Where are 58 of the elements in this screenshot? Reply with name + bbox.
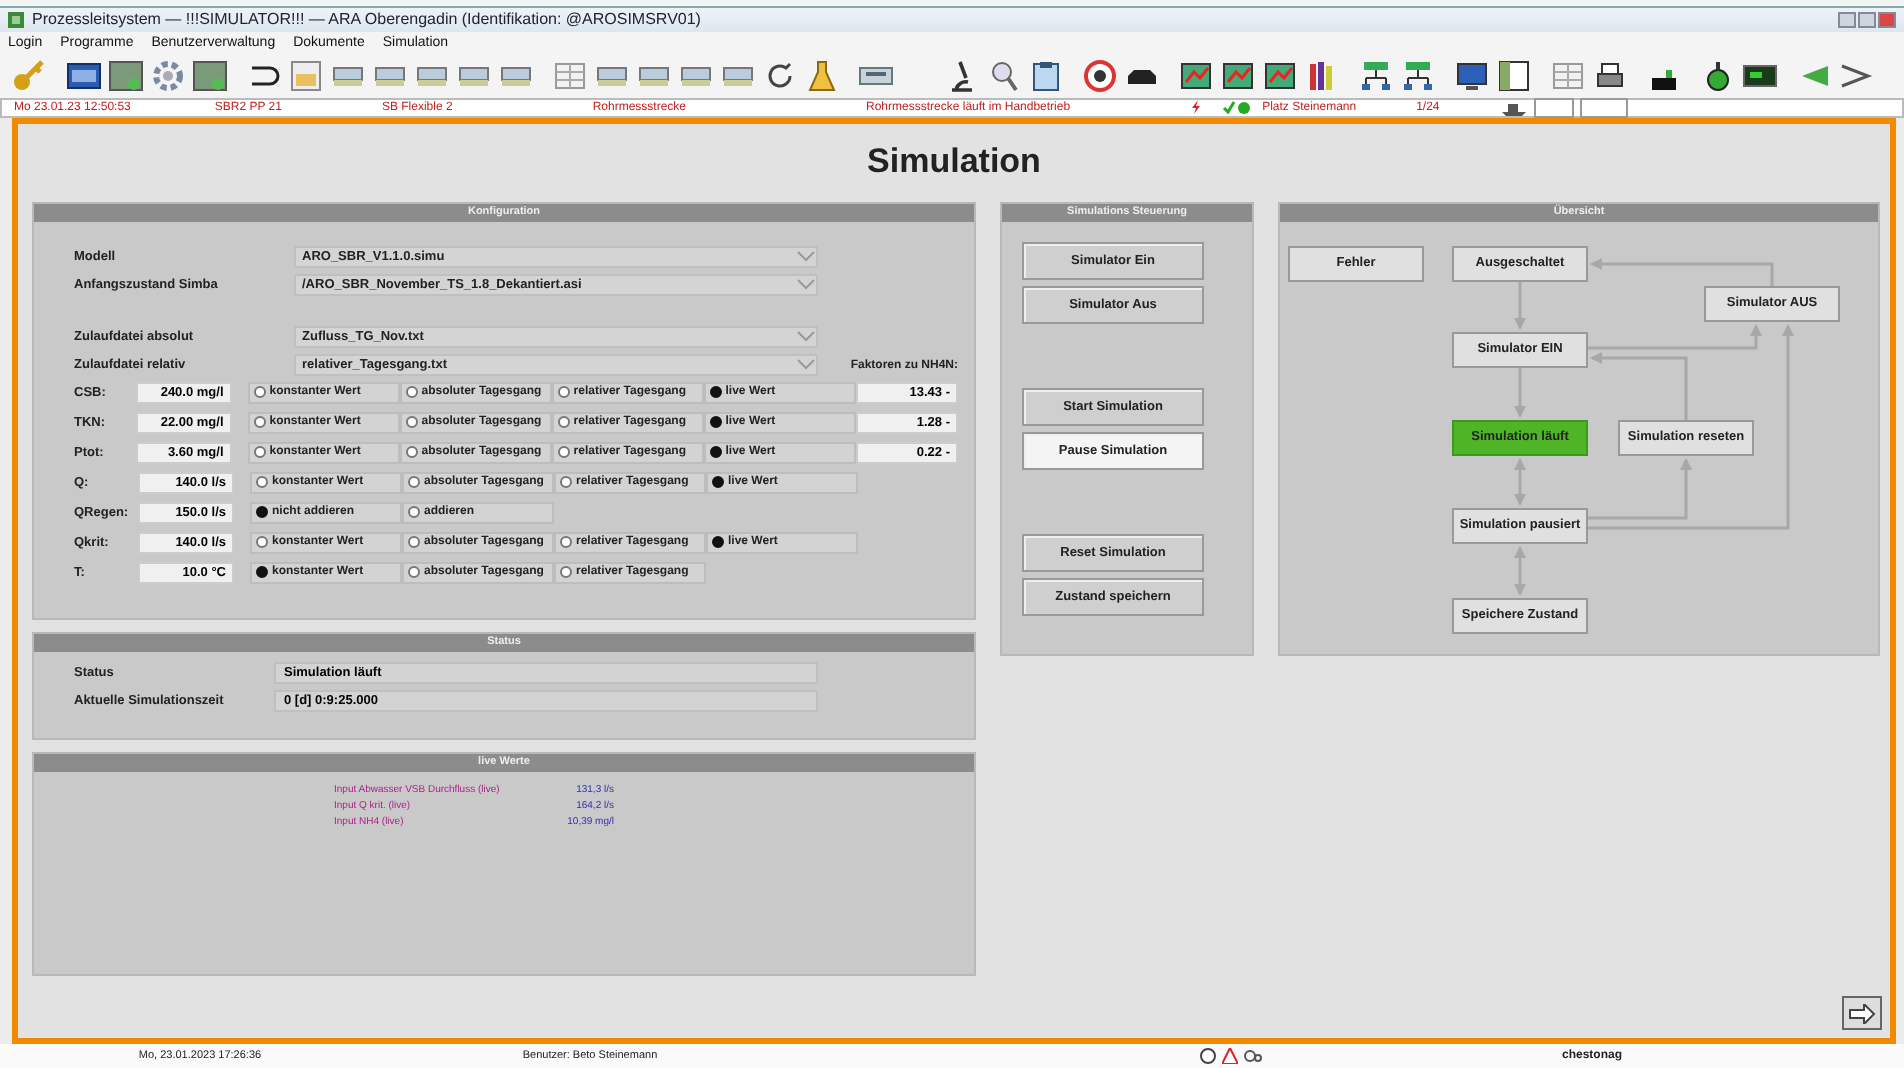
radio-icon[interactable]	[712, 536, 724, 549]
radio-icon[interactable]	[405, 416, 418, 429]
app-icon	[8, 11, 24, 28]
gear-icon	[1244, 1048, 1262, 1065]
chart-icon[interactable]	[1262, 58, 1298, 95]
flag-field[interactable]	[1533, 97, 1574, 118]
chart-icon[interactable]	[1178, 58, 1214, 95]
page-title: Simulation	[865, 140, 1043, 185]
radio-icon[interactable]	[408, 476, 420, 489]
search-icon[interactable]	[986, 58, 1022, 95]
radio-icon[interactable]	[256, 476, 268, 489]
radio-icon[interactable]	[709, 446, 722, 459]
radio-icon[interactable]	[253, 386, 266, 399]
chart-icon[interactable]	[1220, 58, 1256, 95]
radio-icon[interactable]	[253, 416, 266, 429]
connector-arrow	[1514, 545, 1526, 596]
radio-icon[interactable]	[557, 386, 570, 399]
gauge-icon[interactable]	[1082, 58, 1118, 95]
radio-icon[interactable]	[405, 446, 418, 459]
logo-icon[interactable]	[66, 58, 102, 95]
radio-icon[interactable]	[256, 566, 268, 579]
network-icon[interactable]	[1400, 58, 1436, 95]
lightning-icon	[1190, 100, 1203, 115]
radio-icon[interactable]	[408, 506, 420, 519]
radio-icon[interactable]	[256, 536, 268, 549]
window-icon[interactable]	[1496, 58, 1532, 95]
radio-icon[interactable]	[557, 446, 570, 459]
radio-icon[interactable]	[560, 476, 572, 489]
radio-icon[interactable]	[405, 386, 418, 399]
plant-icon[interactable]	[192, 58, 228, 95]
check-icon	[1222, 100, 1237, 115]
radio-icon[interactable]	[408, 566, 420, 579]
spin-field[interactable]	[1579, 97, 1628, 118]
grid-icon[interactable]	[552, 58, 588, 95]
radio-icon[interactable]	[709, 416, 722, 429]
plant-icon[interactable]	[108, 58, 144, 95]
flask-icon[interactable]	[804, 58, 840, 95]
monitor-icon[interactable]	[1454, 58, 1490, 95]
radio-icon[interactable]	[712, 476, 724, 489]
minimize-button[interactable]	[1838, 11, 1856, 28]
radio-icon[interactable]	[560, 566, 572, 579]
connector-arrow	[1514, 367, 1526, 418]
next-button[interactable]	[1842, 996, 1882, 1031]
gear-icon[interactable]	[150, 58, 186, 95]
radio-icon[interactable]	[256, 506, 268, 519]
connector-arrow	[1514, 457, 1526, 506]
radio-icon[interactable]	[557, 416, 570, 429]
clipboard-icon[interactable]	[1028, 58, 1064, 95]
window-title: Prozessleitsystem — !!!SIMULATOR!!! — ARA Oberengadin (Identifikation: @AROSIMSRV01)	[32, 10, 701, 29]
radio-icon[interactable]	[560, 536, 572, 549]
close-button[interactable]	[1878, 11, 1896, 28]
network-icon[interactable]	[1358, 58, 1394, 95]
radio-icon[interactable]	[408, 536, 420, 549]
connector-arrow	[1514, 281, 1526, 330]
status-dot-icon	[1238, 101, 1251, 114]
radio-icon[interactable]	[253, 446, 266, 459]
radio-icon[interactable]	[709, 386, 722, 399]
maximize-button[interactable]	[1858, 11, 1876, 28]
